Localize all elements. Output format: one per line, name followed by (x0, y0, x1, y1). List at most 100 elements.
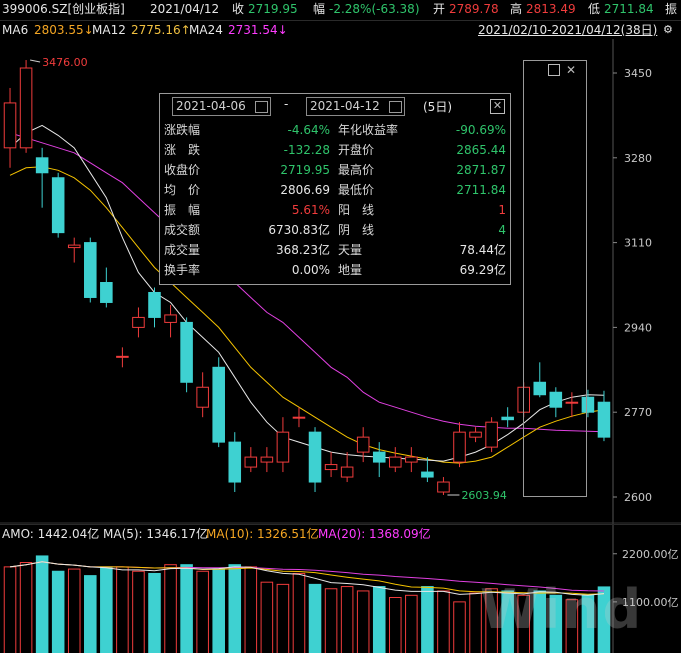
calendar-icon[interactable] (389, 101, 402, 113)
amplitude-label: 振 (665, 2, 678, 16)
volume-bar-down (308, 583, 322, 653)
days-count: (5日) (423, 100, 452, 114)
candle-up[interactable] (453, 431, 466, 463)
date-range-label[interactable]: 2021/02/10-2021/04/12(38日) (478, 21, 657, 39)
stat-value-right: 2865.44 (456, 143, 506, 157)
settings-gear-icon[interactable]: ⚙ (663, 21, 673, 39)
stat-value-right: 4 (498, 223, 506, 237)
ma-legend: MA6 2803.55↓ MA12 2775.16↑ MA24 2731.54↓… (0, 20, 681, 39)
volume-bar-up (356, 590, 370, 653)
candle-up[interactable] (164, 314, 177, 323)
candle-up[interactable] (67, 244, 81, 249)
date-separator: - (284, 97, 289, 111)
candle-up[interactable] (276, 431, 290, 463)
candle-up[interactable] (116, 355, 129, 358)
stat-value-left: 368.23亿 (276, 243, 330, 257)
stat-value-right: 69.29亿 (459, 263, 506, 277)
vol-ma5-value: MA(5): 1346.17亿 (103, 527, 209, 541)
stat-label-right: 天量 (338, 243, 363, 257)
y-tick-label: 3110 (624, 237, 652, 250)
volume-bar-up (164, 564, 177, 653)
high-annotation: 3476.00 (42, 56, 88, 69)
candle-down[interactable] (421, 471, 434, 478)
candle-up[interactable] (437, 481, 450, 493)
candle-up[interactable] (260, 456, 274, 463)
stat-label-left: 成交额 (164, 223, 201, 237)
candle-up[interactable] (469, 431, 482, 438)
y-tick-label: 3450 (624, 67, 652, 80)
volume-bar-down (148, 572, 161, 653)
start-date-text: 2021-04-06 (176, 99, 246, 113)
candle-up[interactable] (485, 421, 498, 448)
low-annotation: 2603.94 (461, 489, 507, 502)
high-label: 高 (510, 2, 523, 16)
volume-bar-up (437, 590, 450, 653)
close-value: 2719.95 (248, 2, 298, 16)
candle-down[interactable] (100, 282, 113, 303)
open-value: 2789.78 (449, 2, 499, 16)
volume-bar-up (389, 597, 402, 653)
close-icon[interactable]: ✕ (490, 99, 505, 114)
candle-up[interactable] (405, 456, 418, 463)
volume-bar-up (67, 568, 81, 653)
date-label: 2021/04/12 (150, 2, 220, 16)
volume-bar-up (340, 586, 354, 653)
stat-label-left: 涨跌幅 (164, 123, 201, 137)
volume-bar-down (51, 570, 65, 653)
candle-down[interactable] (51, 177, 65, 234)
candle-up[interactable] (19, 67, 33, 149)
open-label: 开 (433, 2, 446, 16)
volume-bar-up (244, 566, 258, 653)
volume-bar-up (453, 601, 466, 653)
candle-down[interactable] (84, 242, 97, 298)
stat-value-right: 2711.84 (456, 183, 506, 197)
candle-down[interactable] (35, 157, 49, 174)
range-selection-box[interactable]: ✕ (523, 60, 587, 497)
volume-bar-down (372, 586, 386, 653)
start-date-picker[interactable]: 2021-04-06 (172, 97, 271, 116)
candle-up[interactable] (356, 436, 370, 453)
candle-up[interactable] (389, 456, 402, 468)
volume-bar-down (84, 575, 97, 653)
y-tick-label: 2770 (624, 406, 652, 419)
candle-down[interactable] (308, 431, 322, 483)
candle-down[interactable] (501, 416, 514, 421)
y-tick-label: 2940 (624, 321, 652, 334)
volume-bar-up (132, 570, 145, 653)
candle-up[interactable] (244, 456, 258, 468)
candle-up[interactable] (132, 316, 145, 328)
stat-value-left: -4.64% (287, 123, 330, 137)
volume-bar-up (260, 581, 274, 653)
end-date-picker[interactable]: 2021-04-12 (306, 97, 405, 116)
candle-down[interactable] (180, 321, 193, 383)
maximize-icon[interactable] (548, 64, 560, 76)
candle-up[interactable] (3, 102, 17, 149)
candle-up[interactable] (196, 386, 209, 408)
candle-down[interactable] (228, 441, 242, 483)
ma12-value: 2775.16↑ (131, 23, 191, 37)
stat-label-left: 均 价 (164, 183, 201, 197)
volume-tick-label: 2200.00亿 (622, 548, 679, 561)
volume-bar-down (180, 564, 193, 653)
ma24-label: MA24 (189, 23, 223, 37)
symbol-label[interactable]: 399006.SZ[创业板指] (2, 0, 125, 18)
candle-down[interactable] (597, 401, 611, 438)
calendar-icon[interactable] (255, 101, 268, 113)
y-tick-label: 3280 (624, 152, 652, 165)
candle-down[interactable] (212, 366, 225, 443)
volume-bar-up (405, 594, 418, 653)
candle-up[interactable] (292, 416, 306, 419)
candle-up[interactable] (324, 464, 338, 471)
vol-ma10-value: MA(10): 1326.51亿 (206, 527, 319, 541)
y-tick-label: 2600 (624, 491, 652, 504)
stat-label-left: 收盘价 (164, 163, 201, 177)
volume-legend: AMO: 1442.04亿 MA(5): 1346.17亿 MA(10): 13… (0, 524, 681, 543)
stat-label-left: 振 幅 (164, 203, 201, 217)
candle-up[interactable] (340, 466, 354, 478)
low-value: 2711.84 (604, 2, 654, 16)
volume-bar-down (100, 566, 113, 653)
candle-down[interactable] (372, 451, 386, 463)
volume-bar-up (276, 583, 290, 653)
candle-down[interactable] (148, 291, 161, 318)
close-selection-icon[interactable]: ✕ (566, 64, 578, 76)
